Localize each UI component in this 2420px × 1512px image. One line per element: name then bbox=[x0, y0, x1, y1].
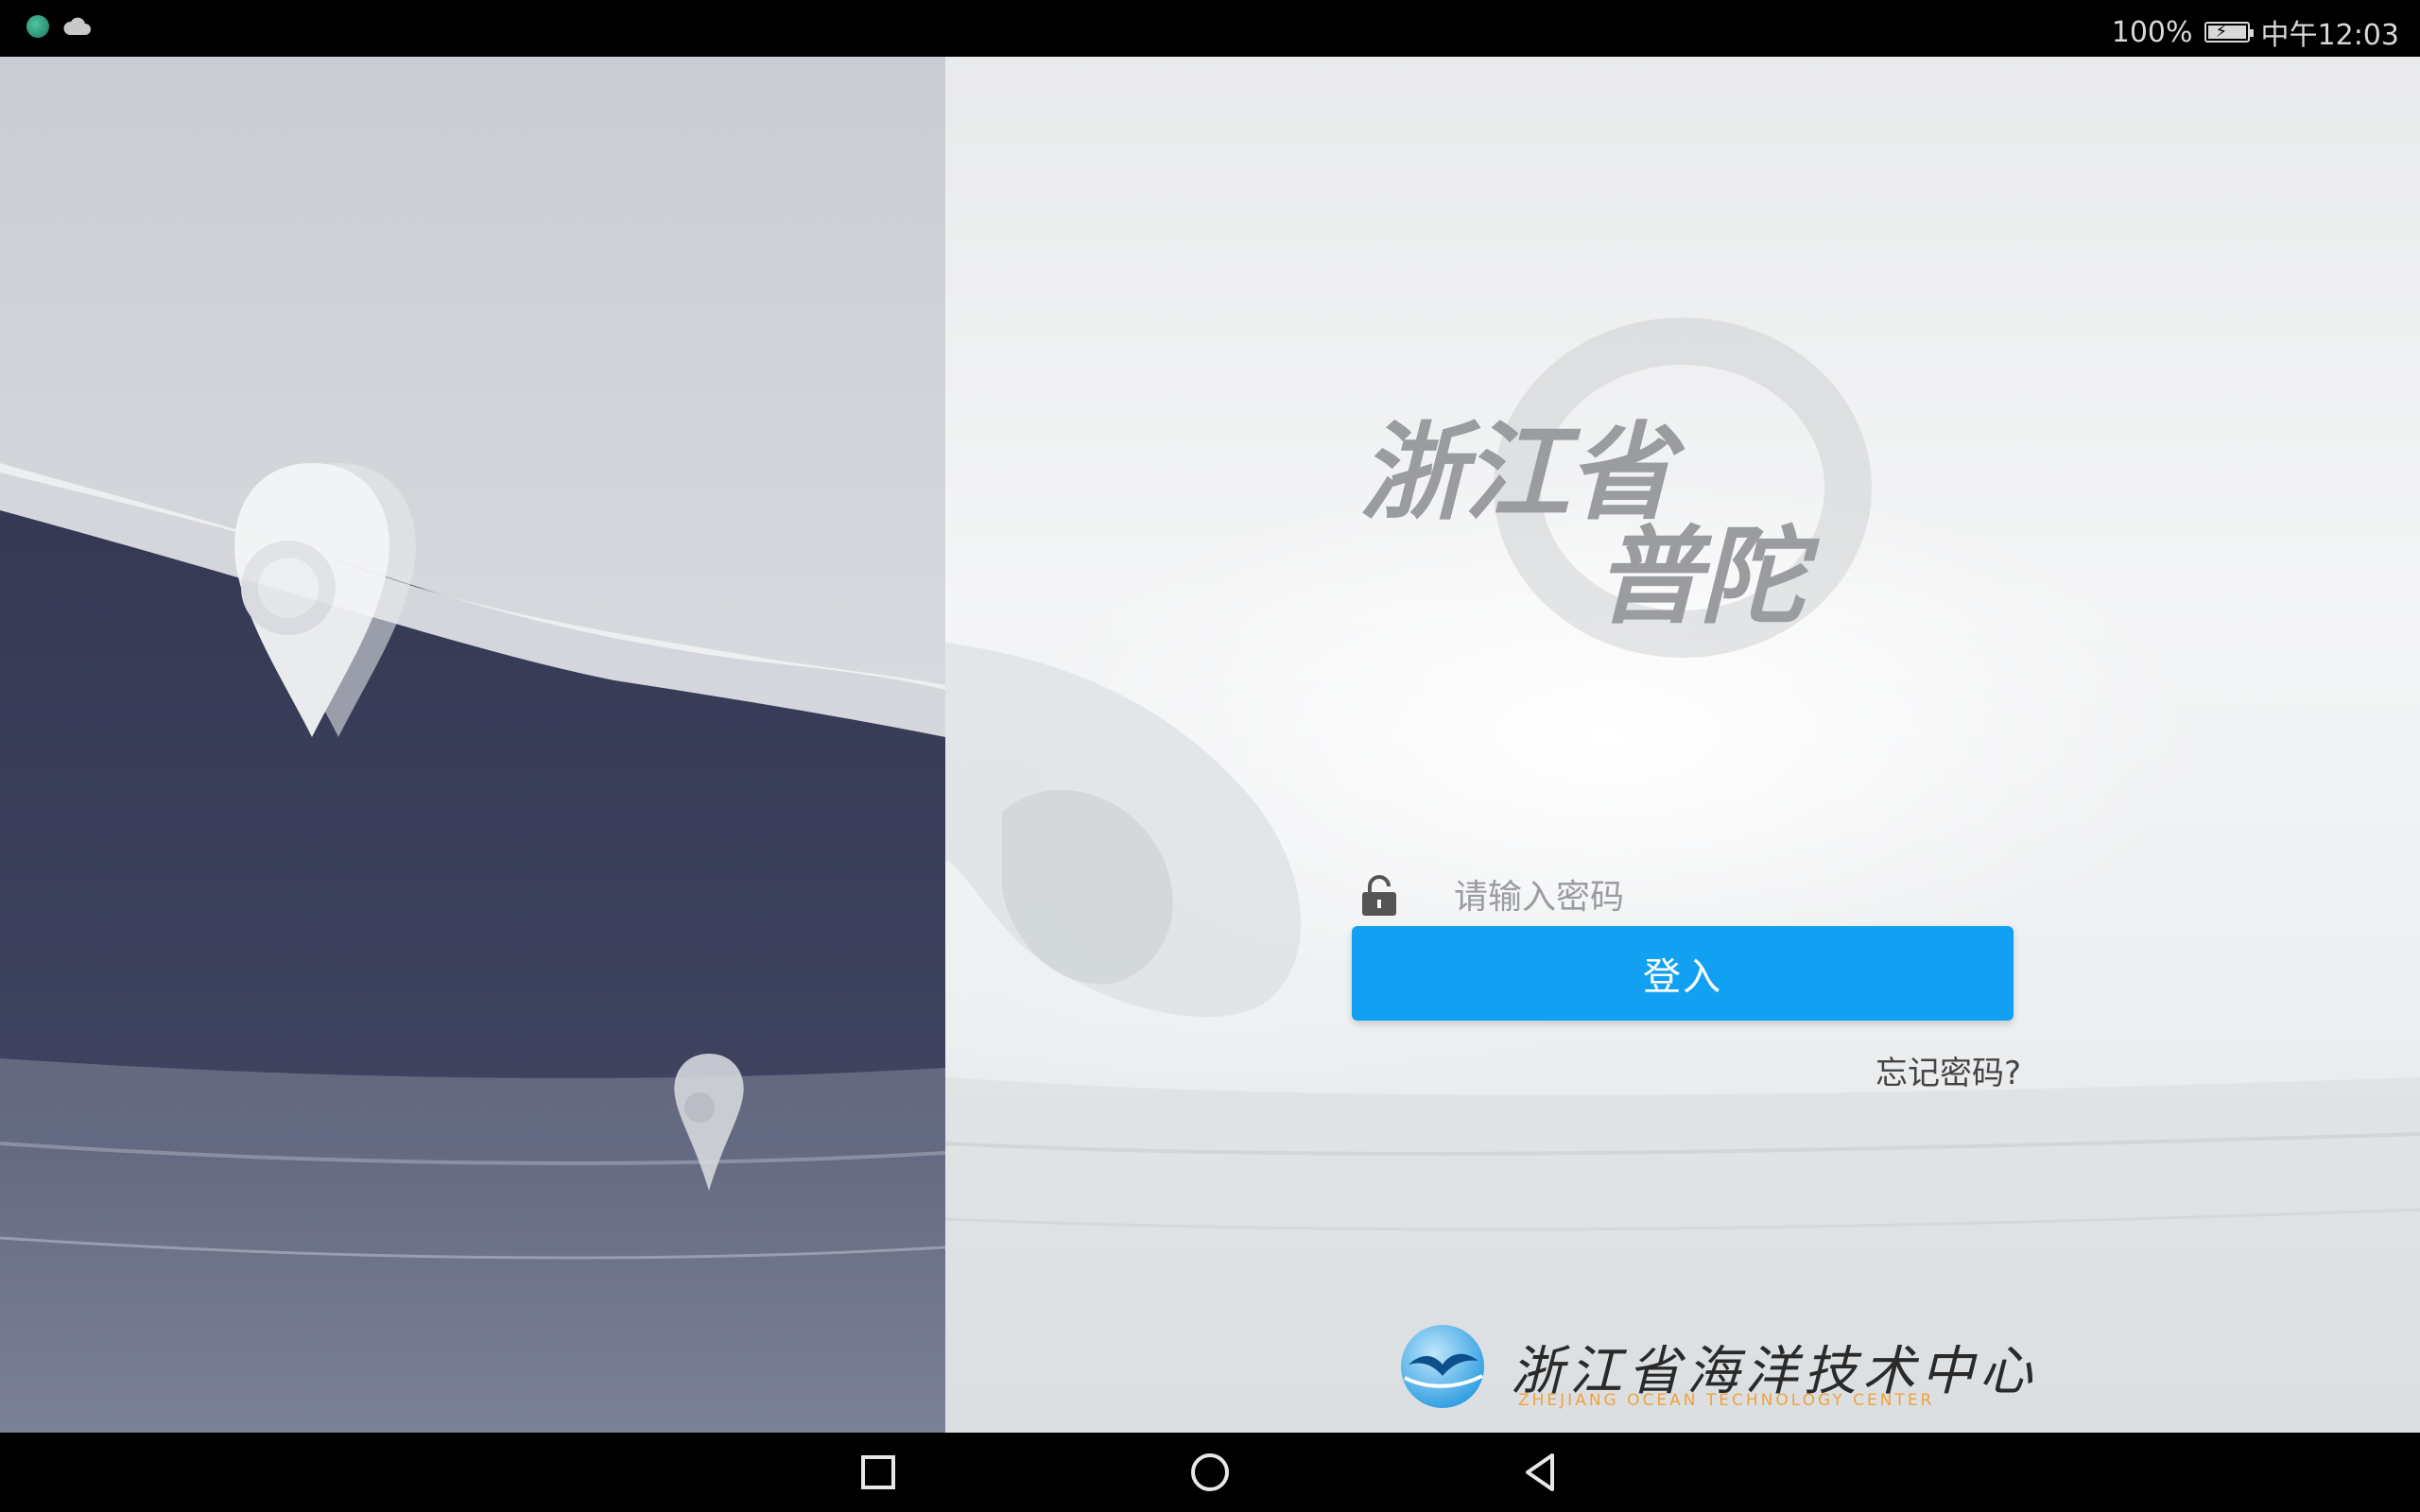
back-icon[interactable] bbox=[1518, 1450, 1564, 1495]
lock-icon bbox=[1362, 875, 1396, 916]
login-button[interactable]: 登入 bbox=[1352, 926, 2014, 1021]
brand-line-2: 普陀 bbox=[1596, 516, 1806, 639]
status-bar: 100% ⚡ 中午12:03 bbox=[0, 0, 2420, 57]
left-hero-panel bbox=[0, 57, 945, 1433]
dark-wave-illustration bbox=[0, 57, 945, 1433]
recent-apps-icon[interactable] bbox=[856, 1450, 901, 1495]
cloud-icon bbox=[63, 17, 91, 35]
battery-percent: 100% bbox=[2111, 15, 2193, 49]
login-screen: 浙江省 普陀 登入 忘记密码? 浙江省海洋技术中心 ZHEJIANG OCEAN… bbox=[0, 57, 2420, 1433]
battery-charging-icon: ⚡ bbox=[2204, 22, 2254, 43]
brand-title: 浙江省 普陀 bbox=[1352, 318, 1881, 662]
home-icon[interactable] bbox=[1187, 1450, 1233, 1495]
password-input[interactable] bbox=[1452, 860, 2004, 934]
organization-name-en: ZHEJIANG OCEAN TECHNOLOGY CENTER bbox=[1518, 1391, 1935, 1410]
ocean-center-logo-icon bbox=[1401, 1325, 1484, 1408]
app-status-icon bbox=[26, 15, 49, 38]
organization-logo: 浙江省海洋技术中心 ZHEJIANG OCEAN TECHNOLOGY CENT… bbox=[1399, 1323, 2032, 1418]
forgot-password-link[interactable]: 忘记密码? bbox=[1876, 1047, 2021, 1093]
clock: 中午12:03 bbox=[2260, 19, 2399, 52]
navigation-bar bbox=[0, 1433, 2420, 1512]
